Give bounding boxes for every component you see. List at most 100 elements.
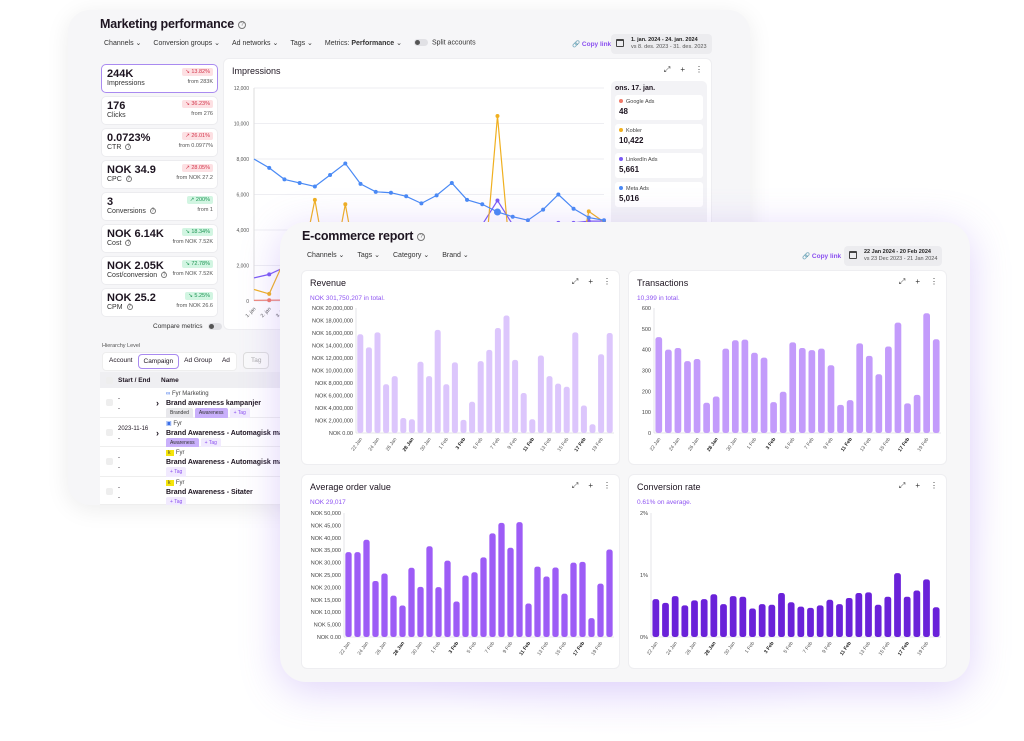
- data-point[interactable]: [586, 215, 591, 220]
- filter-ad-networks[interactable]: Ad networks: [232, 39, 278, 47]
- bar[interactable]: [808, 350, 816, 433]
- bar[interactable]: [681, 605, 689, 637]
- bar[interactable]: [807, 607, 814, 637]
- bar[interactable]: [749, 608, 756, 637]
- kpi-card-cpc[interactable]: NOK 34.9 CPC? ↗ 28.05% from NOK 27.2: [101, 160, 218, 189]
- bar[interactable]: [486, 349, 493, 433]
- bar[interactable]: [494, 328, 501, 433]
- bar[interactable]: [357, 334, 364, 433]
- bar[interactable]: [913, 590, 921, 638]
- filter-tags[interactable]: Tags: [357, 251, 380, 259]
- bar[interactable]: [751, 352, 758, 433]
- table-row[interactable]: - - › ∞ Fyr Marketing Brand awareness kampan…: [100, 388, 300, 419]
- bar[interactable]: [589, 424, 596, 433]
- data-point[interactable]: [480, 202, 485, 207]
- bar[interactable]: [923, 313, 930, 433]
- filter-category[interactable]: Category: [393, 251, 429, 259]
- bar[interactable]: [903, 596, 911, 637]
- help-icon[interactable]: ?: [161, 272, 168, 279]
- bar[interactable]: [460, 419, 467, 433]
- bar[interactable]: [391, 376, 398, 433]
- data-point[interactable]: [373, 189, 378, 194]
- bar[interactable]: [529, 419, 536, 433]
- bar[interactable]: [489, 533, 496, 637]
- bar[interactable]: [498, 522, 505, 637]
- data-point[interactable]: [434, 193, 439, 198]
- bar[interactable]: [426, 546, 433, 637]
- filter-channels[interactable]: Channels: [307, 251, 344, 259]
- bar[interactable]: [537, 355, 544, 434]
- bar[interactable]: [546, 376, 553, 433]
- bar[interactable]: [691, 600, 698, 637]
- bar[interactable]: [845, 597, 853, 637]
- bar[interactable]: [408, 567, 415, 637]
- bar[interactable]: [453, 601, 460, 637]
- table-row[interactable]: 2023-11-16 - › ▣ Fyr Brand Awareness - Autom…: [100, 418, 300, 449]
- bar[interactable]: [700, 599, 708, 637]
- data-point[interactable]: [495, 198, 500, 203]
- bar[interactable]: [480, 557, 487, 637]
- expand-chevron-icon[interactable]: ›: [156, 428, 159, 438]
- table-row[interactable]: --k Fyr Brand Awareness - Automagisk ma + …: [100, 447, 300, 478]
- bar[interactable]: [779, 391, 787, 433]
- row-checkbox[interactable]: [106, 458, 113, 465]
- bar[interactable]: [837, 404, 844, 433]
- help-icon[interactable]: ?: [125, 240, 132, 247]
- kpi-card-cpm[interactable]: NOK 25.2 CPM? ↘ 5.25% from NOK 26.6: [101, 288, 218, 317]
- row-checkbox[interactable]: [106, 399, 113, 406]
- data-point[interactable]: [312, 184, 317, 189]
- data-point[interactable]: [267, 291, 272, 296]
- data-point[interactable]: [495, 114, 500, 119]
- bar[interactable]: [579, 561, 586, 637]
- data-point[interactable]: [510, 214, 515, 219]
- split-accounts-toggle[interactable]: Split accounts: [413, 39, 476, 47]
- bar[interactable]: [451, 362, 458, 433]
- bar[interactable]: [826, 599, 834, 637]
- bar[interactable]: [563, 386, 570, 433]
- bar[interactable]: [722, 348, 730, 433]
- bar[interactable]: [932, 607, 940, 637]
- bar[interactable]: [846, 400, 854, 433]
- bar[interactable]: [561, 593, 568, 637]
- filter-conversion-groups[interactable]: Conversion groups: [153, 39, 220, 47]
- bar[interactable]: [731, 340, 739, 433]
- kpi-card-cost-conversion[interactable]: NOK 2.05K Cost/conversion? ↘ 72.78% from NO…: [101, 256, 218, 285]
- date-range-picker[interactable]: 22 Jan 2024 - 20 Feb 2024 vs 23 Dec 2023 …: [844, 246, 943, 266]
- campaign-name[interactable]: Brand awareness kampanjer: [166, 399, 261, 408]
- bar[interactable]: [836, 604, 843, 637]
- kpi-card-ctr[interactable]: 0.0723% CTR? ↗ 26.01% from 0.0977%: [101, 128, 218, 157]
- data-point[interactable]: [493, 208, 501, 216]
- help-icon[interactable]: ?: [126, 304, 133, 311]
- bar[interactable]: [865, 592, 872, 637]
- bar[interactable]: [443, 384, 450, 433]
- bar[interactable]: [758, 604, 766, 637]
- bar[interactable]: [598, 354, 605, 433]
- bar[interactable]: [816, 605, 824, 637]
- data-point[interactable]: [267, 272, 272, 277]
- bar[interactable]: [520, 393, 527, 433]
- bar[interactable]: [904, 403, 911, 433]
- bar[interactable]: [710, 594, 718, 637]
- bar[interactable]: [588, 618, 595, 637]
- copy-link-button[interactable]: 🔗 Copy link: [802, 252, 841, 260]
- bar[interactable]: [894, 573, 901, 637]
- bar[interactable]: [469, 401, 476, 433]
- bar[interactable]: [875, 374, 883, 433]
- hierarchy-account[interactable]: Account: [104, 354, 138, 369]
- data-point[interactable]: [556, 192, 561, 197]
- bar[interactable]: [435, 587, 442, 637]
- campaign-name[interactable]: Brand Awareness - Sitater: [166, 488, 253, 497]
- data-point[interactable]: [541, 207, 546, 212]
- bar[interactable]: [665, 349, 672, 433]
- bar[interactable]: [884, 596, 892, 637]
- bar[interactable]: [606, 333, 613, 433]
- bar[interactable]: [345, 552, 352, 637]
- bar[interactable]: [662, 602, 669, 637]
- bar[interactable]: [932, 339, 940, 433]
- bar[interactable]: [693, 359, 701, 433]
- bar[interactable]: [516, 522, 523, 637]
- bar[interactable]: [580, 405, 587, 434]
- toggle-switch[interactable]: [208, 323, 223, 330]
- bar[interactable]: [462, 575, 469, 637]
- bar[interactable]: [354, 552, 361, 637]
